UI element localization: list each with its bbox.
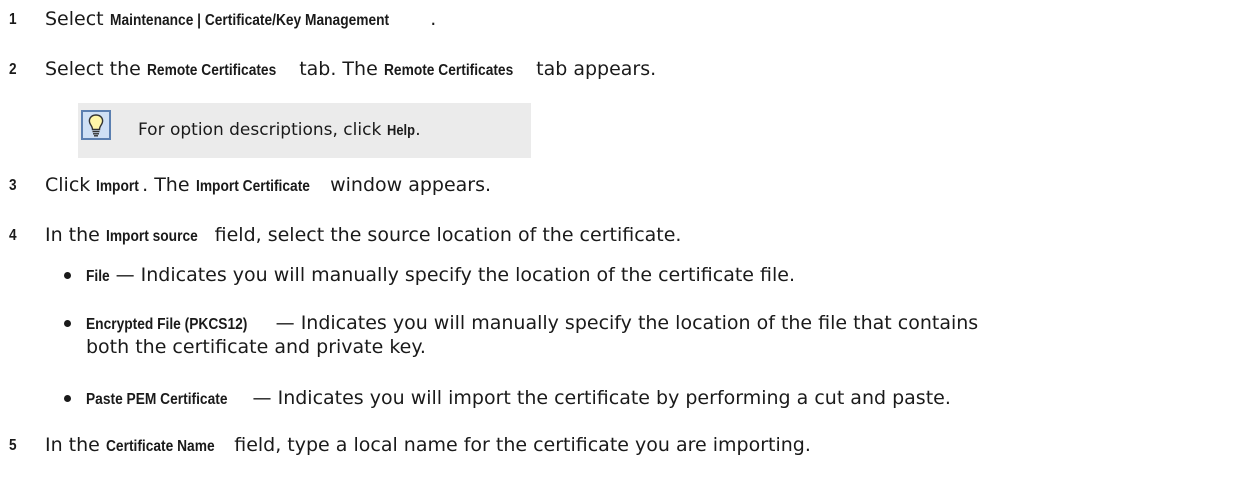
step-number: 3: [9, 177, 17, 194]
step-text-part: Click: [45, 174, 97, 196]
step-text-part: Select the: [45, 58, 147, 80]
ui-label-help: Help: [386, 122, 415, 139]
tip-text: For option descriptions, click Help.: [138, 118, 421, 143]
step-text-part: In the: [45, 224, 106, 246]
tip-text-part: .: [415, 120, 421, 140]
step-text: Select Maintenance | Certificate/Key Man…: [45, 6, 436, 34]
step-text-part: .: [430, 8, 437, 30]
step-text-part: tab. The: [293, 58, 384, 80]
step-number: 1: [9, 11, 17, 28]
step-text-part: In the: [45, 434, 106, 456]
option-description: — Indicates you will import the certific…: [246, 387, 951, 409]
option-name: File: [86, 268, 110, 285]
tip-text-part: For option descriptions, click: [138, 120, 387, 140]
procedure-document: 1 Select Maintenance | Certificate/Key M…: [0, 0, 1233, 489]
step-number: 5: [9, 437, 17, 454]
step-text-part: field, type a local name for the certifi…: [228, 434, 811, 456]
step-text-part: Select: [45, 8, 110, 30]
step-text-part: . The: [142, 174, 196, 196]
step-number: 4: [9, 227, 17, 244]
option-name: Paste PEM Certificate: [86, 391, 228, 408]
lightbulb-icon: [81, 110, 111, 140]
option-description: — Indicates you will manually specify th…: [269, 312, 979, 334]
option-text: Paste PEM Certificate — Indicates you wi…: [86, 385, 951, 413]
ui-label-field: Import source: [105, 228, 198, 245]
step-text: In the Certificate Name field, type a lo…: [45, 432, 811, 460]
option-description: — Indicates you will manually specify th…: [109, 264, 796, 286]
option-text: File — Indicates you will manually speci…: [86, 262, 795, 290]
ui-label-menu-path: Maintenance | Certificate/Key Management: [109, 12, 389, 29]
ui-label-tab: Remote Certificates: [383, 62, 514, 79]
step-text: In the Import source field, select the s…: [45, 222, 681, 250]
ui-label-button: Import: [96, 178, 140, 195]
ui-label-window: Import Certificate: [195, 178, 310, 195]
step-text: Select the Remote Certificates tab. The …: [45, 56, 656, 84]
ui-label-field: Certificate Name: [105, 438, 215, 455]
step-text-part: tab appears.: [530, 58, 657, 80]
bullet: [64, 320, 71, 327]
bullet: [64, 272, 71, 279]
option-description-continuation: both the certificate and private key.: [86, 336, 426, 358]
step-text: Click Import. The Import Certificate win…: [45, 172, 491, 200]
step-text-part: window appears.: [324, 174, 492, 196]
bullet: [64, 395, 71, 402]
step-number: 2: [9, 61, 17, 78]
ui-label-tab: Remote Certificates: [146, 62, 277, 79]
step-text-part: field, select the source location of the…: [208, 224, 682, 246]
